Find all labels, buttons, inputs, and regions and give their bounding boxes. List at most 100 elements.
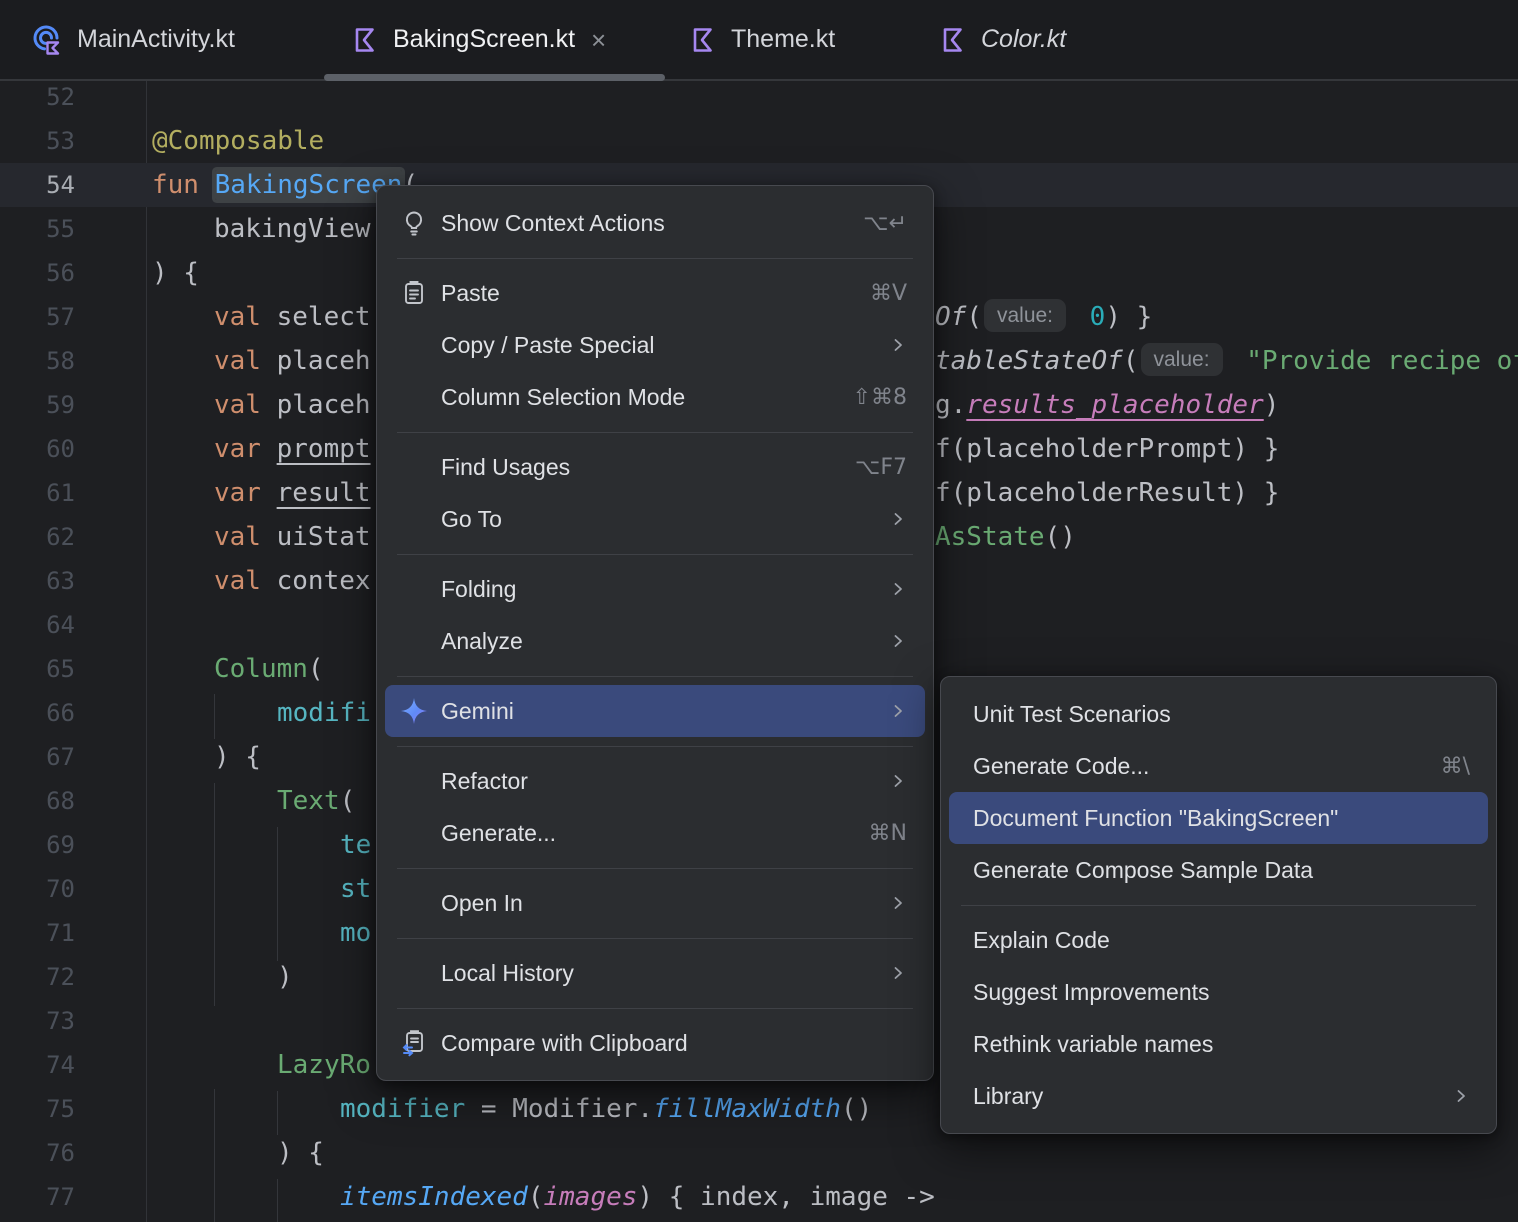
- indent-guide: [277, 1179, 278, 1222]
- code-token: "Provide recipe of: [1246, 346, 1518, 376]
- parameter-hint-chip: value:: [1140, 343, 1223, 376]
- code-segment: bakingView: [214, 207, 371, 251]
- menu-item-shortcut: ⇧⌘8: [852, 384, 907, 410]
- menu-item-compare-with-clipboard[interactable]: Compare with Clipboard: [385, 1017, 925, 1069]
- tab-mainactivity-kt[interactable]: MainActivity.kt: [10, 0, 300, 79]
- menu-item-rethink-variable-names[interactable]: Rethink variable names: [949, 1018, 1488, 1070]
- menu-item-document-function-bakingscreen[interactable]: Document Function "BakingScreen": [949, 792, 1488, 844]
- code-segment: ) {: [152, 251, 199, 295]
- menu-item-label: Refactor: [441, 767, 528, 794]
- menu-item-copy-paste-special[interactable]: Copy / Paste Special: [385, 319, 925, 371]
- code-segment: val uiStat: [214, 515, 371, 559]
- menu-separator: [397, 545, 913, 563]
- code-token: select: [276, 302, 371, 332]
- gemini-submenu: Unit Test Scenarios Generate Code... ⌘\ Doc…: [940, 676, 1497, 1134]
- menu-item-gemini[interactable]: Gemini: [385, 685, 925, 737]
- menu-separator: [397, 423, 913, 441]
- code-token: ): [277, 962, 293, 992]
- code-token: ) {: [214, 742, 261, 772]
- menu-item-shortcut: ⌘V: [869, 280, 907, 306]
- separator-line: [397, 257, 913, 259]
- menu-separator: [397, 859, 913, 877]
- chevron-right-icon: [859, 580, 907, 598]
- chevron-right-icon: [859, 772, 907, 790]
- menu-item-label: Compare with Clipboard: [441, 1029, 688, 1056]
- code-line-52[interactable]: [0, 75, 1518, 119]
- menu-item-label: Local History: [441, 959, 574, 986]
- menu-separator: [961, 896, 1476, 914]
- menu-item-refactor[interactable]: Refactor: [385, 755, 925, 807]
- menu-item-analyze[interactable]: Analyze: [385, 615, 925, 667]
- code-segment: AsState(): [935, 515, 1076, 559]
- code-line-76[interactable]: ) {: [0, 1131, 1518, 1175]
- separator-line: [397, 675, 913, 677]
- menu-item-generate-code[interactable]: Generate Code... ⌘\: [949, 740, 1488, 792]
- code-token: Of: [935, 302, 967, 332]
- code-segment: Text(: [277, 779, 355, 823]
- indent-guide: [214, 783, 215, 1006]
- menu-item-label: Copy / Paste Special: [441, 331, 655, 358]
- code-line-53[interactable]: @Composable: [0, 119, 1518, 163]
- code-token: val: [214, 390, 277, 420]
- separator-line: [397, 553, 913, 555]
- code-token: var: [214, 478, 277, 508]
- lightbulb-icon: [399, 208, 441, 238]
- code-segment: mo: [340, 911, 371, 955]
- menu-item-generate[interactable]: Generate... ⌘N: [385, 807, 925, 859]
- menu-item-label: Analyze: [441, 627, 523, 654]
- menu-item-library[interactable]: Library: [949, 1070, 1488, 1122]
- menu-item-paste[interactable]: Paste ⌘V: [385, 267, 925, 319]
- menu-item-label: Suggest Improvements: [973, 978, 1210, 1005]
- code-token: val: [214, 566, 277, 596]
- menu-separator: [397, 667, 913, 685]
- tab-color-kt[interactable]: Color.kt: [918, 0, 1118, 79]
- menu-item-shortcut: ⌥F7: [854, 454, 907, 480]
- code-token: results_placeholder: [966, 390, 1264, 420]
- code-segment: te: [340, 823, 371, 867]
- menu-item-go-to[interactable]: Go To: [385, 493, 925, 545]
- code-token: (: [966, 302, 982, 332]
- menu-item-local-history[interactable]: Local History: [385, 947, 925, 999]
- code-segment: g.results_placeholder): [935, 383, 1279, 427]
- menu-item-label: Folding: [441, 575, 517, 602]
- menu-item-unit-test-scenarios[interactable]: Unit Test Scenarios: [949, 688, 1488, 740]
- code-segment: ) {: [277, 1131, 324, 1175]
- chevron-right-icon: [1422, 1087, 1470, 1105]
- menu-item-suggest-improvements[interactable]: Suggest Improvements: [949, 966, 1488, 1018]
- parameter-hint-chip: value:: [983, 299, 1067, 332]
- code-segment: @Composable: [152, 119, 324, 163]
- code-token: ) {: [277, 1138, 324, 1168]
- menu-item-show-context-actions[interactable]: Show Context Actions ⌥↵: [385, 197, 925, 249]
- menu-item-folding[interactable]: Folding: [385, 563, 925, 615]
- menu-item-find-usages[interactable]: Find Usages ⌥F7: [385, 441, 925, 493]
- close-icon[interactable]: ×: [591, 27, 606, 53]
- menu-item-generate-compose-sample-data[interactable]: Generate Compose Sample Data: [949, 844, 1488, 896]
- code-token: placeh: [276, 390, 371, 420]
- menu-item-open-in[interactable]: Open In: [385, 877, 925, 929]
- chevron-right-icon: [859, 632, 907, 650]
- android-studio-window: MainActivity.kt BakingScreen.kt × Theme.kt C…: [0, 0, 1518, 1222]
- menu-item-label: Generate...: [441, 819, 557, 846]
- tab-label: Theme.kt: [731, 25, 836, 53]
- menu-separator: [397, 999, 913, 1017]
- code-line-77[interactable]: itemsIndexed(images) { index, image ->: [0, 1175, 1518, 1219]
- code-token: ): [637, 1182, 654, 1212]
- chevron-right-icon: [859, 336, 907, 354]
- menu-separator: [397, 249, 913, 267]
- menu-item-label: Paste: [441, 279, 500, 306]
- menu-item-column-selection-mode[interactable]: Column Selection Mode ⇧⌘8: [385, 371, 925, 423]
- code-segment: itemsIndexed(images) { index, image ->: [340, 1175, 935, 1219]
- code-token: (): [1044, 522, 1076, 552]
- code-token: =: [465, 1094, 513, 1124]
- code-token: Text: [277, 786, 340, 816]
- tab-theme-kt[interactable]: Theme.kt: [672, 0, 882, 79]
- code-token: 0: [1089, 302, 1106, 332]
- separator-line: [397, 867, 913, 869]
- separator-line: [397, 937, 913, 939]
- code-token: Column: [214, 654, 308, 684]
- code-segment: tableStateOf(value: "Provide recipe of: [935, 339, 1518, 383]
- menu-item-explain-code[interactable]: Explain Code: [949, 914, 1488, 966]
- tab-bakingscreen-kt[interactable]: BakingScreen.kt ×: [322, 0, 667, 81]
